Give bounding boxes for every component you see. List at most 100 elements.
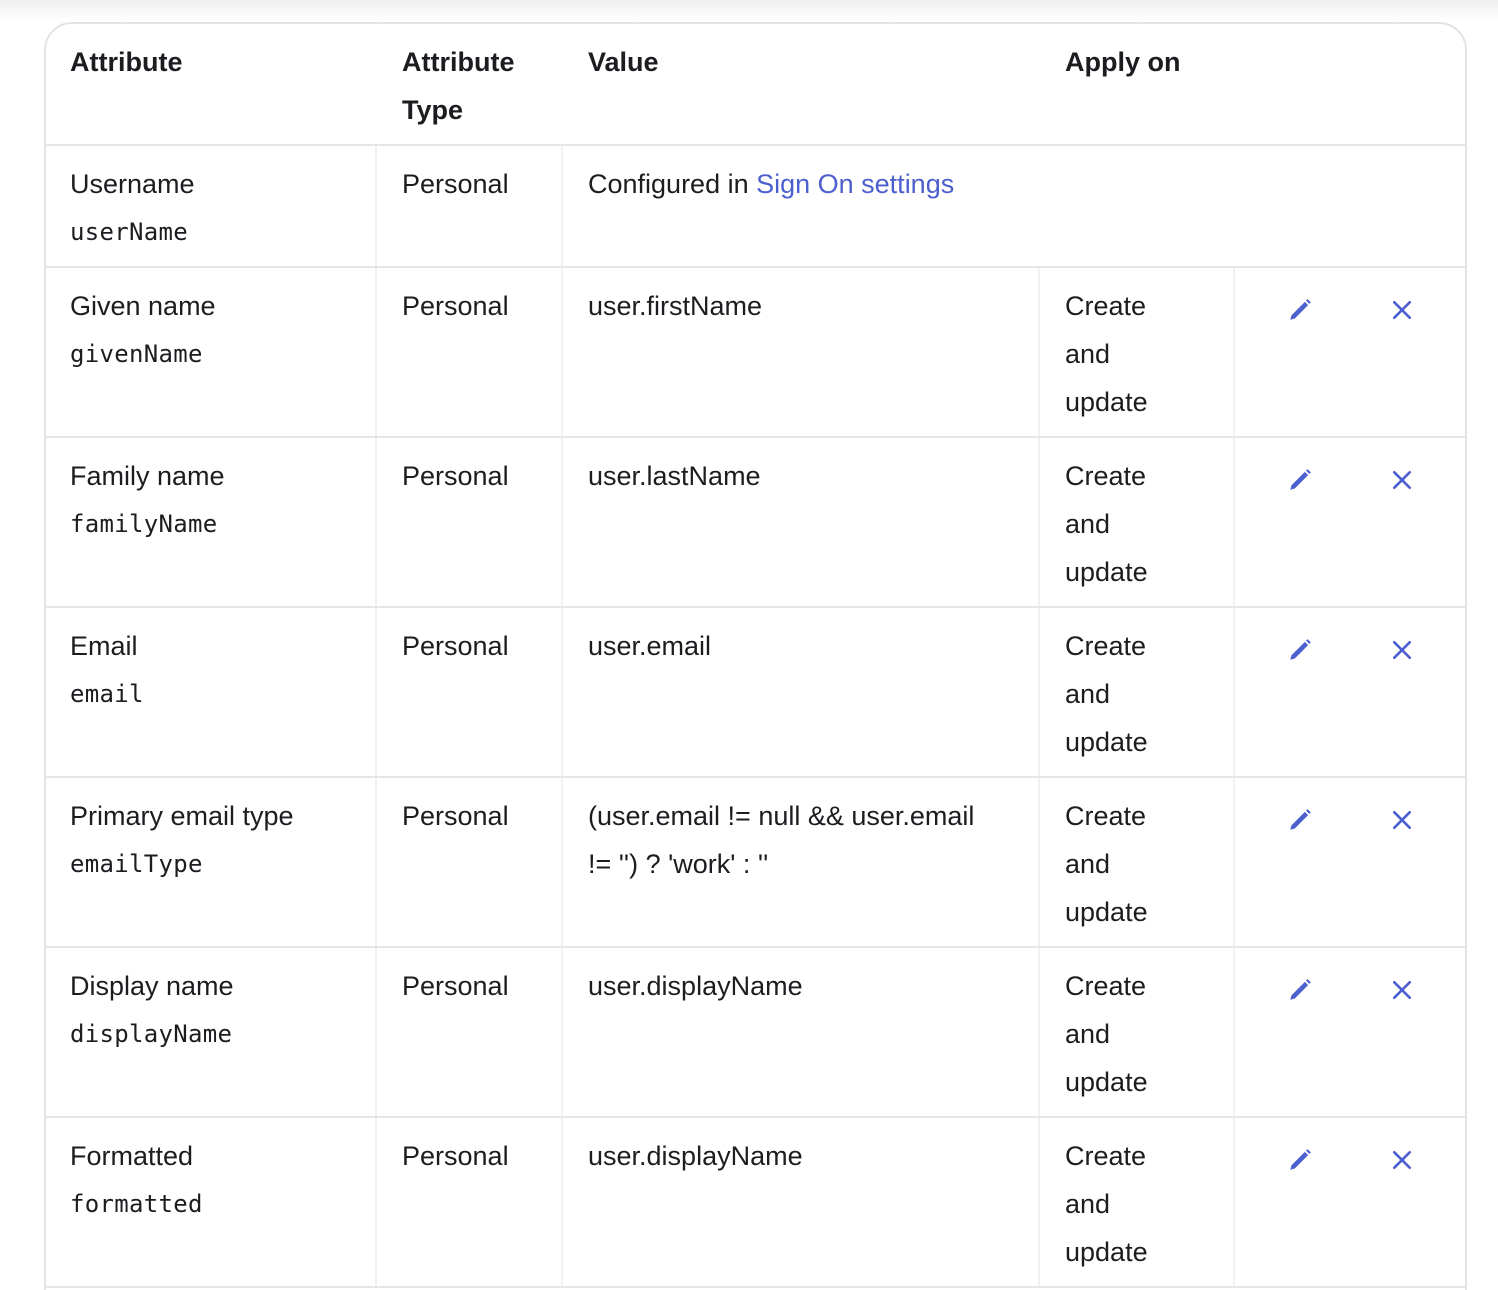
close-icon: [1392, 1150, 1412, 1170]
apply-on-line2: and: [1065, 509, 1111, 539]
attribute-label: Username: [70, 169, 195, 199]
apply-on-line2: and: [1065, 849, 1111, 879]
attribute-cell: Username userName: [46, 146, 377, 266]
edit-button[interactable]: [1280, 460, 1320, 500]
attribute-cell: Email email: [46, 608, 377, 776]
attribute-label: Primary email type: [70, 801, 294, 831]
attribute-key: givenName: [70, 340, 203, 368]
apply-on-line3: update: [1065, 387, 1148, 417]
value-cell: user.lastName: [563, 438, 1040, 606]
edit-button[interactable]: [1280, 1140, 1320, 1180]
apply-on-cell: Create and update: [1040, 268, 1235, 436]
attribute-key: emailType: [70, 850, 203, 878]
attribute-cell: Family name familyName: [46, 438, 377, 606]
attribute-cell: Given name givenName: [46, 268, 377, 436]
attribute-type-cell: Personal: [377, 948, 563, 1116]
header-attribute-type-line2: Type: [402, 95, 464, 125]
attribute-label: Given name: [70, 291, 216, 321]
value-prefix: Configured in: [588, 169, 757, 199]
apply-on-cell: Create and update: [1040, 438, 1235, 606]
attribute-key: userName: [70, 218, 188, 246]
table-row: Family name familyName Personal user.las…: [46, 438, 1465, 608]
close-icon: [1392, 980, 1412, 1000]
table-row: Primary email type emailType Personal (u…: [46, 778, 1465, 948]
value-cell: Configured in Sign On settings: [563, 146, 1263, 266]
attribute-type-cell: Personal: [377, 268, 563, 436]
table-row: Username userName Personal Configured in…: [46, 146, 1465, 268]
header-value-label: Value: [588, 47, 659, 77]
attribute-type: Personal: [402, 291, 509, 321]
apply-on-line2: and: [1065, 339, 1111, 369]
apply-on-line3: update: [1065, 897, 1148, 927]
attribute-type-cell: Personal: [377, 608, 563, 776]
apply-on-line1: Create: [1065, 971, 1147, 1001]
value-line1: user.email: [588, 631, 712, 661]
apply-on-line2: and: [1065, 679, 1111, 709]
pencil-icon: [1290, 469, 1311, 490]
edit-button[interactable]: [1280, 630, 1320, 670]
edit-button[interactable]: [1280, 970, 1320, 1010]
apply-on-cell: Create and update: [1040, 1118, 1235, 1286]
attribute-label: Formatted: [70, 1141, 194, 1171]
apply-on-line3: update: [1065, 1067, 1148, 1097]
table-row: Email email Personal user.email Create a…: [46, 608, 1465, 778]
value-cell: user.displayName: [563, 948, 1040, 1116]
close-icon: [1392, 300, 1412, 320]
apply-on-cell: Create and update: [1040, 608, 1235, 776]
remove-button[interactable]: [1382, 970, 1422, 1010]
attribute-cell: Primary email type emailType: [46, 778, 377, 946]
edit-button[interactable]: [1280, 290, 1320, 330]
table-header-row: Attribute Attribute Type Value Apply on: [46, 24, 1465, 146]
value-line1: user.lastName: [588, 461, 761, 491]
remove-button[interactable]: [1382, 290, 1422, 330]
apply-on-line1: Create: [1065, 801, 1147, 831]
attribute-type-cell: Personal: [377, 146, 563, 266]
attribute-label: Display name: [70, 971, 234, 1001]
attribute-cell: Formatted formatted: [46, 1118, 377, 1286]
remove-button[interactable]: [1382, 460, 1422, 500]
attribute-type: Personal: [402, 801, 509, 831]
close-icon: [1392, 640, 1412, 660]
apply-on-line2: and: [1065, 1189, 1111, 1219]
attribute-key: formatted: [70, 1190, 203, 1218]
attribute-type-cell: Personal: [377, 778, 563, 946]
pencil-icon: [1290, 1149, 1311, 1170]
attribute-type: Personal: [402, 461, 509, 491]
apply-on-line1: Create: [1065, 291, 1147, 321]
value-line1: (user.email != null && user.email: [588, 801, 975, 831]
remove-button[interactable]: [1382, 1140, 1422, 1180]
remove-button[interactable]: [1382, 800, 1422, 840]
pencil-icon: [1290, 299, 1311, 320]
attribute-type: Personal: [402, 169, 509, 199]
header-apply-on-label: Apply on: [1065, 47, 1181, 77]
value-line1: user.displayName: [588, 971, 803, 1001]
table-row: Formatted formatted Personal user.displa…: [46, 1118, 1465, 1288]
apply-on-line3: update: [1065, 557, 1148, 587]
attribute-type-cell: Personal: [377, 438, 563, 606]
apply-on-line3: update: [1065, 727, 1148, 757]
apply-on-line1: Create: [1065, 1141, 1147, 1171]
header-apply-on: Apply on: [1065, 24, 1255, 144]
value-cell: (user.email != null && user.email != '')…: [563, 778, 1040, 946]
pencil-icon: [1290, 979, 1311, 1000]
header-attribute: Attribute: [70, 24, 400, 144]
value-cell: user.email: [563, 608, 1040, 776]
value-cell: user.firstName: [563, 268, 1040, 436]
pencil-icon: [1290, 809, 1311, 830]
attribute-key: familyName: [70, 510, 218, 538]
attribute-type: Personal: [402, 631, 509, 661]
attribute-cell: Display name displayName: [46, 948, 377, 1116]
header-value: Value: [588, 24, 1058, 144]
edit-button[interactable]: [1280, 800, 1320, 840]
attribute-key: email: [70, 680, 144, 708]
value-line2: != '') ? 'work' : '': [588, 849, 769, 879]
attribute-label: Family name: [70, 461, 225, 491]
remove-button[interactable]: [1382, 630, 1422, 670]
apply-on-line3: update: [1065, 1237, 1148, 1267]
apply-on-line1: Create: [1065, 461, 1147, 491]
attribute-key: displayName: [70, 1020, 233, 1048]
pencil-icon: [1290, 639, 1311, 660]
value-line1: user.firstName: [588, 291, 763, 321]
sign-on-settings-link[interactable]: Sign On settings: [756, 169, 954, 199]
close-icon: [1392, 810, 1412, 830]
